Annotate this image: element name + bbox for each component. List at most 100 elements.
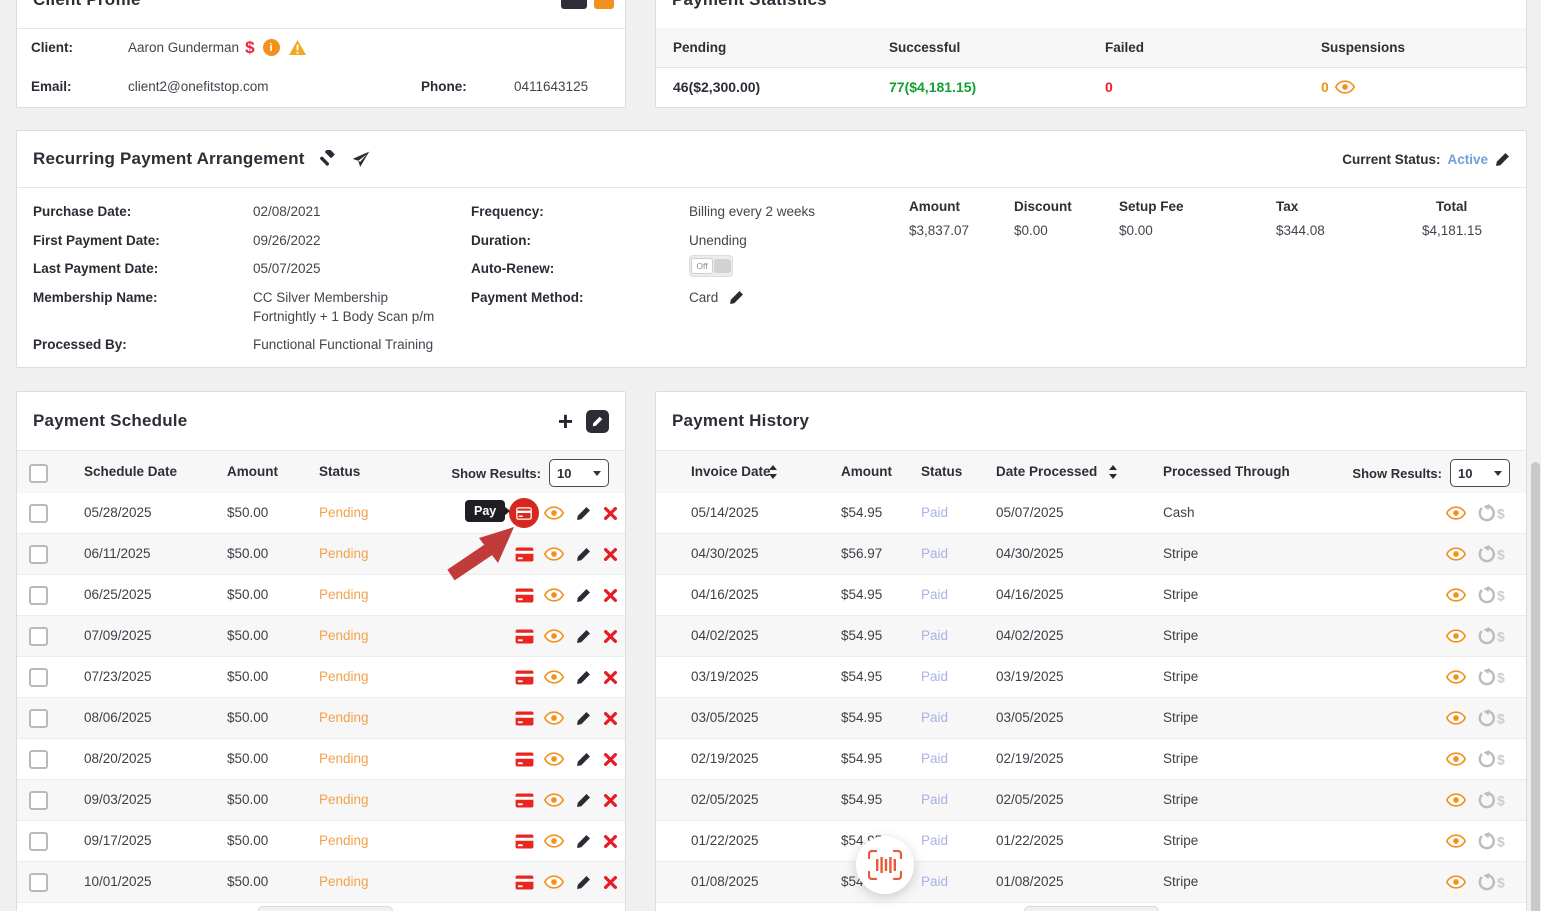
edit-pencil-icon[interactable] bbox=[573, 790, 593, 810]
discount-column: Discount $0.00 bbox=[1014, 199, 1124, 238]
delete-x-icon[interactable] bbox=[600, 708, 620, 728]
row-checkbox[interactable] bbox=[29, 832, 48, 851]
row-checkbox[interactable] bbox=[29, 668, 48, 687]
row-checkbox[interactable] bbox=[29, 545, 48, 564]
refund-icon[interactable]: $ bbox=[1474, 585, 1510, 605]
view-eye-icon[interactable] bbox=[544, 872, 564, 892]
pay-card-icon[interactable] bbox=[514, 872, 534, 892]
view-eye-icon[interactable] bbox=[544, 544, 564, 564]
edit-status-pencil-icon[interactable] bbox=[1495, 152, 1510, 167]
info-icon[interactable]: i bbox=[263, 39, 280, 56]
delete-x-icon[interactable] bbox=[600, 503, 620, 523]
history-pagination-button[interactable] bbox=[1024, 906, 1159, 911]
total-column: Total $4,181.15 bbox=[1422, 199, 1527, 238]
refund-icon[interactable]: $ bbox=[1474, 667, 1510, 687]
pay-tooltip: Pay bbox=[465, 500, 505, 522]
view-receipt-eye-icon[interactable] bbox=[1446, 544, 1466, 564]
edit-pencil-icon[interactable] bbox=[573, 708, 593, 728]
view-receipt-eye-icon[interactable] bbox=[1446, 872, 1466, 892]
refund-icon[interactable]: $ bbox=[1474, 626, 1510, 646]
view-receipt-eye-icon[interactable] bbox=[1446, 667, 1466, 687]
delete-x-icon[interactable] bbox=[600, 585, 620, 605]
row-checkbox[interactable] bbox=[29, 750, 48, 769]
edit-pencil-icon[interactable] bbox=[573, 544, 593, 564]
delete-x-icon[interactable] bbox=[600, 831, 620, 851]
dollar-icon[interactable]: $ bbox=[245, 38, 254, 58]
pay-card-icon[interactable] bbox=[514, 831, 534, 851]
history-show-results-select[interactable]: 10 bbox=[1450, 459, 1510, 487]
delete-x-icon[interactable] bbox=[600, 749, 620, 769]
row-checkbox[interactable] bbox=[29, 586, 48, 605]
edit-pencil-icon[interactable] bbox=[573, 831, 593, 851]
pay-card-icon[interactable] bbox=[514, 626, 534, 646]
view-eye-icon[interactable] bbox=[544, 790, 564, 810]
row-checkbox[interactable] bbox=[29, 791, 48, 810]
pay-card-icon[interactable] bbox=[514, 585, 534, 605]
view-receipt-eye-icon[interactable] bbox=[1446, 626, 1466, 646]
view-eye-icon[interactable] bbox=[544, 708, 564, 728]
schedule-pagination-button[interactable] bbox=[258, 906, 393, 911]
edit-pencil-icon[interactable] bbox=[573, 585, 593, 605]
row-checkbox[interactable] bbox=[29, 873, 48, 892]
delete-x-icon[interactable] bbox=[600, 667, 620, 687]
send-icon[interactable] bbox=[351, 150, 370, 169]
suspensions-eye-icon[interactable] bbox=[1335, 80, 1355, 94]
view-eye-icon[interactable] bbox=[544, 667, 564, 687]
pay-card-icon[interactable] bbox=[514, 749, 534, 769]
select-all-checkbox[interactable] bbox=[29, 464, 48, 483]
warning-icon[interactable] bbox=[288, 39, 307, 56]
view-receipt-eye-icon[interactable] bbox=[1446, 831, 1466, 851]
view-receipt-eye-icon[interactable] bbox=[1446, 790, 1466, 810]
edit-pencil-icon[interactable] bbox=[573, 872, 593, 892]
pay-card-icon[interactable] bbox=[514, 708, 534, 728]
view-eye-icon[interactable] bbox=[544, 585, 564, 605]
view-receipt-eye-icon[interactable] bbox=[1446, 585, 1466, 605]
edit-schedule-icon[interactable] bbox=[586, 410, 609, 433]
status-cell: Pending bbox=[319, 534, 369, 574]
refund-icon[interactable]: $ bbox=[1474, 503, 1510, 523]
delete-x-icon[interactable] bbox=[600, 872, 620, 892]
refund-icon[interactable]: $ bbox=[1474, 708, 1510, 728]
view-eye-icon[interactable] bbox=[544, 503, 564, 523]
pay-card-icon[interactable] bbox=[514, 667, 534, 687]
row-checkbox[interactable] bbox=[29, 504, 48, 523]
pay-card-icon-highlighted[interactable] bbox=[509, 498, 539, 528]
sort-date-processed-icon[interactable] bbox=[1108, 465, 1118, 479]
current-status-value[interactable]: Active bbox=[1447, 152, 1488, 167]
row-checkbox[interactable] bbox=[29, 709, 48, 728]
add-payment-icon[interactable]: + bbox=[558, 411, 573, 431]
refund-icon[interactable]: $ bbox=[1474, 831, 1510, 851]
edit-pencil-icon[interactable] bbox=[573, 667, 593, 687]
profile-edit-icon[interactable] bbox=[594, 0, 614, 9]
sort-invoice-date-icon[interactable] bbox=[768, 465, 778, 479]
refund-icon[interactable]: $ bbox=[1474, 544, 1510, 564]
show-results-select[interactable]: 10 bbox=[549, 459, 609, 487]
view-receipt-eye-icon[interactable] bbox=[1446, 708, 1466, 728]
profile-action-icon[interactable] bbox=[561, 0, 587, 9]
view-eye-icon[interactable] bbox=[544, 831, 564, 851]
view-receipt-eye-icon[interactable] bbox=[1446, 503, 1466, 523]
history-status-cell: Paid bbox=[921, 821, 948, 861]
refund-icon[interactable]: $ bbox=[1474, 872, 1510, 892]
client-name[interactable]: Aaron Gunderman bbox=[128, 40, 239, 55]
history-status-cell: Paid bbox=[921, 616, 948, 656]
edit-pencil-icon[interactable] bbox=[573, 503, 593, 523]
pay-card-icon[interactable] bbox=[514, 790, 534, 810]
delete-x-icon[interactable] bbox=[600, 626, 620, 646]
gavel-icon[interactable] bbox=[318, 150, 338, 169]
delete-x-icon[interactable] bbox=[600, 790, 620, 810]
edit-pencil-icon[interactable] bbox=[573, 626, 593, 646]
auto-renew-toggle[interactable]: Off bbox=[689, 255, 733, 277]
delete-x-icon[interactable] bbox=[600, 544, 620, 564]
view-eye-icon[interactable] bbox=[544, 626, 564, 646]
refund-icon[interactable]: $ bbox=[1474, 749, 1510, 769]
view-eye-icon[interactable] bbox=[544, 749, 564, 769]
page-scrollbar[interactable] bbox=[1531, 462, 1540, 911]
view-receipt-eye-icon[interactable] bbox=[1446, 749, 1466, 769]
edit-pencil-icon[interactable] bbox=[573, 749, 593, 769]
refund-icon[interactable]: $ bbox=[1474, 790, 1510, 810]
processed-through-cell: Stripe bbox=[1163, 698, 1198, 738]
edit-payment-method-pencil-icon[interactable] bbox=[729, 290, 744, 305]
row-checkbox[interactable] bbox=[29, 627, 48, 646]
pay-card-icon[interactable] bbox=[514, 544, 534, 564]
